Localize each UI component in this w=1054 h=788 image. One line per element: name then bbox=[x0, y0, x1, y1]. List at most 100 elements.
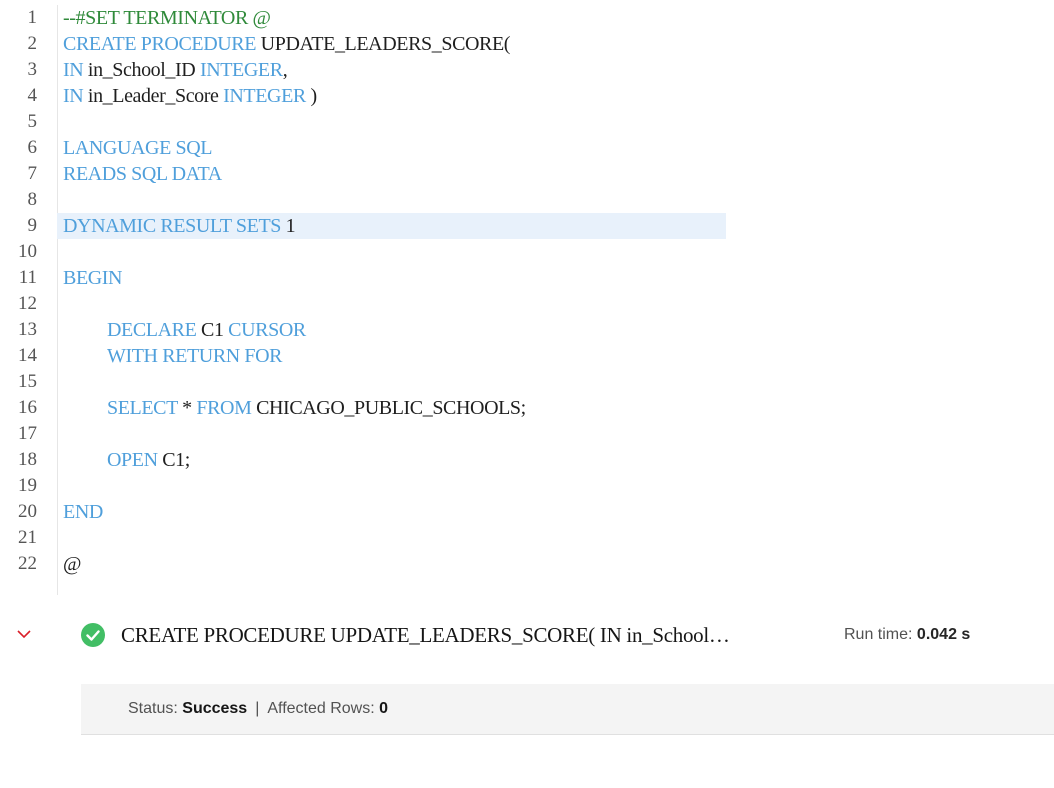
code-line[interactable]: 9 DYNAMIC RESULT SETS 1 bbox=[0, 213, 760, 239]
affected-rows-label: Affected Rows: bbox=[267, 700, 375, 717]
chevron-down-icon[interactable] bbox=[16, 626, 32, 642]
code-line[interactable]: 6 LANGUAGE SQL bbox=[0, 135, 760, 161]
sql-keyword: BEGIN bbox=[63, 267, 123, 289]
code-line[interactable]: 13 DECLARE C1 CURSOR bbox=[0, 317, 760, 343]
line-code[interactable]: END bbox=[63, 499, 103, 525]
sql-keyword: IN bbox=[63, 59, 88, 81]
result-statement-title[interactable]: CREATE PROCEDURE UPDATE_LEADERS_SCORE( I… bbox=[121, 621, 730, 649]
run-time: Run time: 0.042 s bbox=[844, 624, 970, 646]
run-time-value: 0.042 s bbox=[916, 626, 971, 643]
line-number: 4 bbox=[27, 85, 38, 106]
sql-keyword: CURSOR bbox=[228, 319, 306, 341]
line-number: 17 bbox=[18, 423, 37, 444]
code-line[interactable]: 1 --#SET TERMINATOR @ bbox=[0, 5, 760, 31]
sql-keyword: WITH RETURN FOR bbox=[107, 345, 283, 367]
sql-keyword: INTEGER bbox=[223, 85, 311, 107]
status-separator: | bbox=[255, 700, 260, 717]
line-number: 16 bbox=[18, 397, 37, 418]
line-number: 22 bbox=[18, 553, 37, 574]
run-time-label: Run time: bbox=[844, 626, 913, 643]
result-header[interactable]: CREATE PROCEDURE UPDATE_LEADERS_SCORE( I… bbox=[0, 618, 1054, 652]
code-line[interactable]: 14 WITH RETURN FOR bbox=[0, 343, 760, 369]
sql-text: in_Leader_Score bbox=[87, 85, 224, 107]
line-code[interactable]: --#SET TERMINATOR @ bbox=[63, 5, 271, 31]
line-number: 20 bbox=[18, 501, 37, 522]
line-code[interactable]: WITH RETURN FOR bbox=[107, 343, 283, 369]
line-code[interactable]: BEGIN bbox=[63, 265, 123, 291]
line-number: 11 bbox=[18, 267, 37, 288]
line-code[interactable]: CREATE PROCEDURE UPDATE_LEADERS_SCORE( bbox=[63, 31, 510, 57]
sql-keyword: END bbox=[63, 501, 103, 523]
code-line[interactable]: 3 IN in_School_ID INTEGER, bbox=[0, 57, 760, 83]
code-line[interactable]: 22 @ bbox=[0, 551, 760, 577]
sql-text: CHICAGO_PUBLIC_SCHOOLS; bbox=[256, 397, 526, 419]
code-line[interactable]: 7 READS SQL DATA bbox=[0, 161, 760, 187]
line-code[interactable]: IN in_Leader_Score INTEGER ) bbox=[63, 83, 317, 109]
affected-rows-value: 0 bbox=[379, 700, 389, 717]
sql-keyword: FROM bbox=[196, 397, 257, 419]
checkmark-filled-icon bbox=[80, 622, 106, 648]
line-number: 19 bbox=[18, 475, 37, 496]
line-number: 8 bbox=[27, 189, 38, 210]
line-number: 6 bbox=[27, 137, 38, 158]
sql-keyword: IN bbox=[63, 85, 88, 107]
line-code[interactable]: DYNAMIC RESULT SETS 1 bbox=[63, 213, 296, 239]
status-summary: Status: Success | Affected Rows: 0 bbox=[128, 698, 388, 720]
sql-text: UPDATE_LEADERS_SCORE( bbox=[260, 33, 511, 55]
line-number: 2 bbox=[27, 33, 38, 54]
code-line[interactable]: 15 bbox=[0, 369, 760, 395]
sql-text: * bbox=[182, 397, 197, 419]
code-line[interactable]: 21 bbox=[0, 525, 760, 551]
sql-text: C1; bbox=[162, 449, 190, 471]
line-number: 9 bbox=[27, 215, 38, 236]
line-number: 1 bbox=[27, 7, 38, 28]
sql-text: 1 bbox=[285, 215, 296, 237]
line-number: 15 bbox=[18, 371, 37, 392]
sql-editor[interactable]: 1 --#SET TERMINATOR @ 2 CREATE PROCEDURE UP… bbox=[0, 5, 760, 595]
code-line[interactable]: 8 bbox=[0, 187, 760, 213]
line-number: 12 bbox=[18, 293, 37, 314]
code-line[interactable]: 16 SELECT * FROM CHICAGO_PUBLIC_SCHOOLS; bbox=[0, 395, 760, 421]
sql-text: ) bbox=[310, 85, 317, 107]
sql-keyword: OPEN bbox=[107, 449, 163, 471]
line-number: 18 bbox=[18, 449, 37, 470]
line-number: 7 bbox=[27, 163, 38, 184]
sql-text: C1 bbox=[201, 319, 229, 341]
code-line[interactable]: 5 bbox=[0, 109, 760, 135]
line-number: 3 bbox=[27, 59, 38, 80]
sql-keyword: CREATE PROCEDURE bbox=[63, 33, 261, 55]
sql-keyword: READS SQL DATA bbox=[63, 163, 222, 185]
line-code[interactable]: DECLARE C1 CURSOR bbox=[107, 317, 306, 343]
line-code[interactable]: SELECT * FROM CHICAGO_PUBLIC_SCHOOLS; bbox=[107, 395, 526, 421]
sql-comment: --#SET TERMINATOR @ bbox=[63, 7, 271, 29]
line-code[interactable]: IN in_School_ID INTEGER, bbox=[63, 57, 288, 83]
line-code[interactable]: OPEN C1; bbox=[107, 447, 190, 473]
code-line[interactable]: 2 CREATE PROCEDURE UPDATE_LEADERS_SCORE( bbox=[0, 31, 760, 57]
code-line[interactable]: 10 bbox=[0, 239, 760, 265]
line-code[interactable]: @ bbox=[63, 551, 81, 577]
sql-keyword: DECLARE bbox=[107, 319, 202, 341]
sql-keyword: SELECT bbox=[107, 397, 183, 419]
status-bar: Status: Success | Affected Rows: 0 bbox=[81, 684, 1054, 735]
code-line[interactable]: 12 bbox=[0, 291, 760, 317]
code-line[interactable]: 11 BEGIN bbox=[0, 265, 760, 291]
line-number: 5 bbox=[27, 111, 38, 132]
status-label: Status: bbox=[128, 700, 178, 717]
code-line[interactable]: 19 bbox=[0, 473, 760, 499]
status-value: Success bbox=[182, 700, 248, 717]
code-line[interactable]: 18 OPEN C1; bbox=[0, 447, 760, 473]
code-line[interactable]: 20 END bbox=[0, 499, 760, 525]
line-code[interactable]: LANGUAGE SQL bbox=[63, 135, 212, 161]
line-number: 21 bbox=[18, 527, 37, 548]
code-line[interactable]: 17 bbox=[0, 421, 760, 447]
line-number: 10 bbox=[18, 241, 37, 262]
line-number: 13 bbox=[18, 319, 37, 340]
line-code[interactable]: READS SQL DATA bbox=[63, 161, 222, 187]
sql-keyword: DYNAMIC RESULT SETS bbox=[63, 215, 286, 237]
sql-text: , bbox=[282, 59, 288, 81]
sql-keyword: LANGUAGE SQL bbox=[63, 137, 213, 159]
code-line[interactable]: 4 IN in_Leader_Score INTEGER ) bbox=[0, 83, 760, 109]
sql-text: in_School_ID bbox=[87, 59, 200, 81]
sql-text: @ bbox=[63, 553, 82, 575]
line-number: 14 bbox=[18, 345, 37, 366]
